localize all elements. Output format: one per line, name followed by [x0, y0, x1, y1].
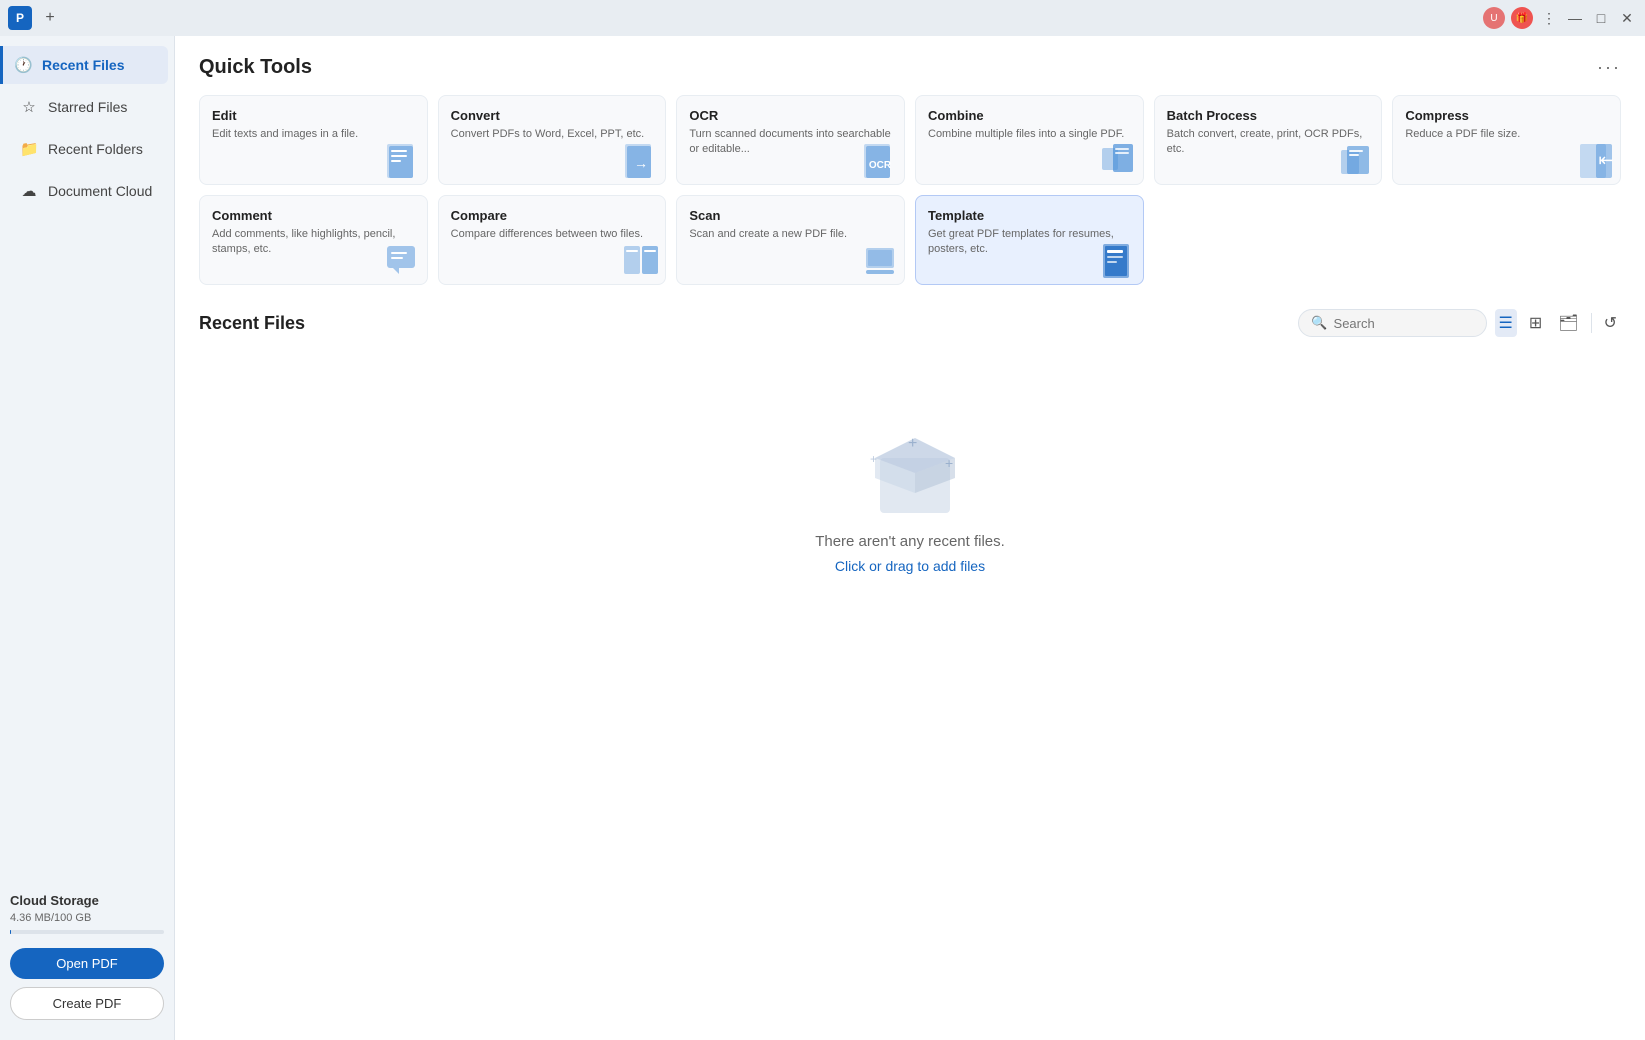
quick-tools-title: Quick Tools: [199, 56, 312, 79]
tool-card-compress[interactable]: Compress Reduce a PDF file size. ⇤: [1392, 95, 1621, 185]
placeholder-col5: [1154, 195, 1383, 285]
tool-template-title: Template: [928, 208, 1131, 223]
tool-card-compare[interactable]: Compare Compare differences between two …: [438, 195, 667, 285]
comment-icon: [385, 242, 421, 278]
tools-grid-row1: Edit Edit texts and images in a file. Co…: [199, 95, 1621, 185]
cloud-storage-label: Cloud Storage: [10, 893, 164, 908]
list-view-button[interactable]: ☰: [1495, 309, 1517, 337]
storage-bar: [10, 930, 164, 934]
recent-files-controls: 🔍 ☰ ⊞ 🗂 ↺: [1298, 309, 1621, 337]
title-bar-right: U 🎁 ⋮ — □ ✕: [1483, 7, 1637, 29]
combine-icon: [1101, 142, 1137, 178]
empty-state-icon: + + +: [850, 413, 970, 513]
cloud-storage-amount: 4.36 MB/100 GB: [10, 912, 164, 924]
document-cloud-icon: ☁: [20, 182, 38, 200]
svg-text:→: →: [634, 155, 648, 171]
sidebar-item-label: Recent Folders: [48, 141, 143, 157]
avatar-2: 🎁: [1511, 7, 1533, 29]
sidebar-item-recent-files[interactable]: 🕐 Recent Files: [0, 46, 168, 84]
sidebar-item-recent-folders[interactable]: 📁 Recent Folders: [6, 130, 168, 168]
storage-bar-fill: [10, 930, 11, 934]
template-icon: [1101, 242, 1137, 278]
grid-view-button[interactable]: ⊞: [1525, 309, 1546, 337]
tool-card-comment[interactable]: Comment Add comments, like highlights, p…: [199, 195, 428, 285]
svg-text:+: +: [870, 452, 877, 466]
open-pdf-button[interactable]: Open PDF: [10, 948, 164, 979]
tool-scan-desc: Scan and create a new PDF file.: [689, 227, 892, 242]
svg-text:OCR: OCR: [869, 160, 892, 171]
tool-compare-desc: Compare differences between two files.: [451, 227, 654, 242]
card-view-button[interactable]: 🗂: [1554, 309, 1582, 337]
add-files-text: to add files: [913, 558, 985, 574]
recent-folders-icon: 📁: [20, 140, 38, 158]
view-divider: [1591, 313, 1592, 333]
content-area: Quick Tools ··· Edit Edit texts and imag…: [175, 36, 1645, 1040]
search-icon: 🔍: [1311, 315, 1327, 331]
scan-icon: [862, 242, 898, 278]
empty-state-link: Click or drag to add files: [835, 558, 985, 574]
sidebar-item-label: Starred Files: [48, 99, 127, 115]
tool-card-template[interactable]: Template Get great PDF templates for res…: [915, 195, 1144, 285]
compare-icon: [623, 242, 659, 278]
search-input[interactable]: [1334, 316, 1474, 331]
tool-card-edit[interactable]: Edit Edit texts and images in a file.: [199, 95, 428, 185]
sidebar-item-label: Recent Files: [42, 57, 124, 73]
ocr-icon: OCR: [862, 142, 898, 178]
refresh-button[interactable]: ↺: [1600, 309, 1621, 337]
tool-edit-title: Edit: [212, 108, 415, 123]
tool-compress-title: Compress: [1405, 108, 1608, 123]
placeholder-col6: [1392, 195, 1621, 285]
tool-scan-title: Scan: [689, 208, 892, 223]
maximize-button[interactable]: □: [1591, 8, 1611, 28]
tool-card-ocr[interactable]: OCR Turn scanned documents into searchab…: [676, 95, 905, 185]
search-box: 🔍: [1298, 309, 1486, 337]
close-button[interactable]: ✕: [1617, 8, 1637, 28]
more-menu-button[interactable]: ⋮: [1539, 8, 1559, 28]
title-bar: P + U 🎁 ⋮ — □ ✕: [0, 0, 1645, 36]
recent-files-title: Recent Files: [199, 313, 305, 334]
starred-files-icon: ☆: [20, 98, 38, 116]
tool-comment-title: Comment: [212, 208, 415, 223]
tools-grid-row2: Comment Add comments, like highlights, p…: [199, 195, 1621, 285]
tool-edit-desc: Edit texts and images in a file.: [212, 127, 415, 142]
empty-state-message: There aren't any recent files.: [815, 533, 1005, 550]
tool-ocr-title: OCR: [689, 108, 892, 123]
convert-icon: →: [623, 142, 659, 178]
add-tab-button[interactable]: +: [40, 8, 60, 28]
sidebar-item-label: Document Cloud: [48, 183, 152, 199]
avatar-1: U: [1483, 7, 1505, 29]
tool-card-batch-process[interactable]: Batch Process Batch convert, create, pri…: [1154, 95, 1383, 185]
compress-icon: ⇤: [1578, 142, 1614, 178]
quick-tools-more-button[interactable]: ···: [1597, 57, 1621, 78]
empty-state: + + + There aren't any recent files. Cli…: [199, 353, 1621, 614]
minimize-button[interactable]: —: [1565, 8, 1585, 28]
sidebar-item-document-cloud[interactable]: ☁ Document Cloud: [6, 172, 168, 210]
sidebar: 🕐 Recent Files ☆ Starred Files 📁 Recent …: [0, 36, 175, 1040]
edit-icon: [385, 142, 421, 178]
sidebar-item-starred-files[interactable]: ☆ Starred Files: [6, 88, 168, 126]
app-icon: P: [8, 6, 32, 30]
tool-convert-title: Convert: [451, 108, 654, 123]
svg-text:+: +: [908, 435, 917, 452]
tool-convert-desc: Convert PDFs to Word, Excel, PPT, etc.: [451, 127, 654, 142]
tool-card-convert[interactable]: Convert Convert PDFs to Word, Excel, PPT…: [438, 95, 667, 185]
recent-files-icon: 🕐: [14, 56, 32, 74]
click-or-drag-link[interactable]: Click or drag: [835, 558, 914, 574]
tool-compare-title: Compare: [451, 208, 654, 223]
sidebar-bottom: Cloud Storage 4.36 MB/100 GB Open PDF Cr…: [0, 881, 174, 1032]
tool-combine-title: Combine: [928, 108, 1131, 123]
batch-icon: [1339, 142, 1375, 178]
tool-compress-desc: Reduce a PDF file size.: [1405, 127, 1608, 142]
title-bar-left: P +: [8, 6, 60, 30]
tool-card-scan[interactable]: Scan Scan and create a new PDF file.: [676, 195, 905, 285]
quick-tools-header: Quick Tools ···: [199, 56, 1621, 79]
tool-batch-title: Batch Process: [1167, 108, 1370, 123]
tool-card-combine[interactable]: Combine Combine multiple files into a si…: [915, 95, 1144, 185]
tool-combine-desc: Combine multiple files into a single PDF…: [928, 127, 1131, 142]
create-pdf-button[interactable]: Create PDF: [10, 987, 164, 1020]
main-area: 🕐 Recent Files ☆ Starred Files 📁 Recent …: [0, 36, 1645, 1040]
recent-files-header: Recent Files 🔍 ☰ ⊞ 🗂 ↺: [199, 309, 1621, 337]
svg-text:+: +: [945, 455, 953, 471]
svg-text:⇤: ⇤: [1598, 150, 1613, 170]
